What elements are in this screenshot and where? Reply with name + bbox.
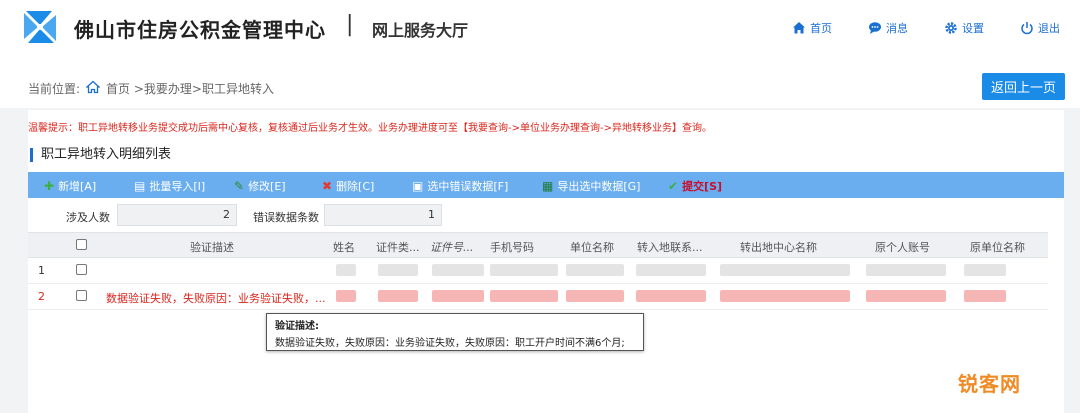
batch-import-label: 批量导入[I] [149,180,206,193]
redacted-orig-company [964,264,1006,276]
watermark: 锐客网 [958,372,1021,396]
redacted-id-type [378,290,418,302]
submit-button[interactable]: ✔ 提交[S] [668,178,722,194]
checkmark-icon: ✔ [668,179,679,193]
gear-icon [945,22,957,34]
col-outbound-center[interactable]: 转出地中心名称 [740,239,817,255]
row-number: 1 [38,264,45,277]
table-row[interactable]: 1 [28,258,1048,284]
redacted-name [336,290,356,302]
error-count-value: 1 [324,204,442,226]
delete-x-icon: ✖ [322,179,333,193]
nav-home[interactable]: 首页 [792,20,832,36]
delete-button-label: 删除[C] [336,180,375,193]
back-button[interactable]: 返回上一页 [982,73,1065,100]
people-count-label: 涉及人数 [66,211,110,224]
batch-import-button[interactable]: ▤ 批量导入[I] [134,178,205,194]
home-icon [793,22,805,34]
redacted-id-type [378,264,418,276]
notice-text: 温馨提示：职工异地转移业务提交成功后需中心复核，复核通过后业务才生效。业务办理进… [28,123,712,134]
pencil-icon: ✎ [234,179,245,193]
redacted-company [566,290,624,302]
nav-logout-label: 退出 [1038,22,1060,35]
redacted-id-number [432,290,484,302]
table-row[interactable]: 2 数据验证失败，失败原因：业务验证失败，... [28,284,1048,310]
row-checkbox[interactable] [76,290,87,301]
housing-fund-logo-icon [24,11,56,43]
plus-icon: ✚ [44,179,55,193]
add-button[interactable]: ✚ 新增[A] [44,178,96,194]
select-all-checkbox[interactable] [76,239,87,250]
col-id-type[interactable]: 证件类... [376,239,420,255]
home-icon[interactable] [85,80,101,97]
breadcrumb: 当前位置: 首页 >我要办理>职工异地转入 [28,80,274,97]
message-icon [869,22,881,34]
redacted-orig-company [964,290,1006,302]
redacted-outbound-center [720,264,850,276]
select-data-icon: ▣ [412,179,424,193]
row-number: 2 [38,290,45,303]
col-orig-company[interactable]: 原单位名称 [970,239,1025,255]
nav-messages[interactable]: 消息 [868,20,908,36]
validation-tooltip: 验证描述: 数据验证失败，失败原因：业务验证失败，失败原因：职工开户时间不满6个… [266,313,644,351]
excel-export-icon: ▦ [542,179,554,193]
col-company[interactable]: 单位名称 [570,239,614,255]
tooltip-body: 数据验证失败，失败原因：业务验证失败，失败原因：职工开户时间不满6个月; [275,338,625,349]
validation-desc-cell[interactable]: 数据验证失败，失败原因：业务验证失败，... [106,290,326,306]
select-errors-label: 选中错误数据[F] [427,180,509,193]
nav-logout[interactable]: 退出 [1020,20,1060,36]
redacted-company [566,264,624,276]
nav-messages-label: 消息 [886,22,908,35]
nav-settings-label: 设置 [962,22,984,35]
col-phone[interactable]: 手机号码 [490,239,534,255]
title-separator: | [346,12,354,37]
export-selected-label: 导出选中数据[G] [557,180,641,193]
redacted-phone [490,290,558,302]
redacted-orig-account [866,290,946,302]
breadcrumb-label: 当前位置: [28,82,81,96]
redacted-name [336,264,356,276]
col-inbound-contact[interactable]: 转入地联系... [637,239,703,255]
tooltip-title: 验证描述: [275,321,319,332]
table-header: 验证描述 姓名 证件类... 证件号... 手机号码 单位名称 转入地联系...… [28,232,1048,258]
section-title: 职工异地转入明细列表 [30,148,171,162]
redacted-phone [490,264,558,276]
power-icon [1021,22,1033,35]
submit-button-label: 提交[S] [682,180,723,193]
add-button-label: 新增[A] [58,180,97,193]
redacted-inbound-contact [636,290,706,302]
error-count-label: 错误数据条数 [253,211,319,224]
toolbar: ✚ 新增[A] ▤ 批量导入[I] ✎ 修改[E] ✖ 删除[C] ▣ 选中错误… [28,172,1064,198]
site-subtitle: 网上服务大厅 [372,21,469,40]
delete-button[interactable]: ✖ 删除[C] [322,178,374,194]
col-orig-account[interactable]: 原个人账号 [875,239,930,255]
col-name[interactable]: 姓名 [333,239,355,255]
edit-button[interactable]: ✎ 修改[E] [234,178,286,194]
redacted-outbound-center [720,290,850,302]
row-checkbox[interactable] [76,264,87,275]
breadcrumb-path[interactable]: 首页 >我要办理>职工异地转入 [106,80,274,97]
import-icon: ▤ [134,179,146,193]
redacted-orig-account [866,264,946,276]
export-selected-button[interactable]: ▦ 导出选中数据[G] [542,178,640,194]
nav-settings[interactable]: 设置 [944,20,984,36]
people-count-value: 2 [117,204,237,226]
redacted-id-number [432,264,484,276]
header: 佛山市住房公积金管理中心 | 网上服务大厅 首页 消息 设置 退出 [0,0,1080,60]
site-title: 佛山市住房公积金管理中心 [74,18,326,42]
col-validation-desc[interactable]: 验证描述 [190,239,234,255]
select-errors-button[interactable]: ▣ 选中错误数据[F] [412,178,508,194]
nav-home-label: 首页 [810,22,832,35]
col-id-number[interactable]: 证件号... [430,239,474,255]
redacted-inbound-contact [636,264,706,276]
edit-button-label: 修改[E] [248,180,286,193]
